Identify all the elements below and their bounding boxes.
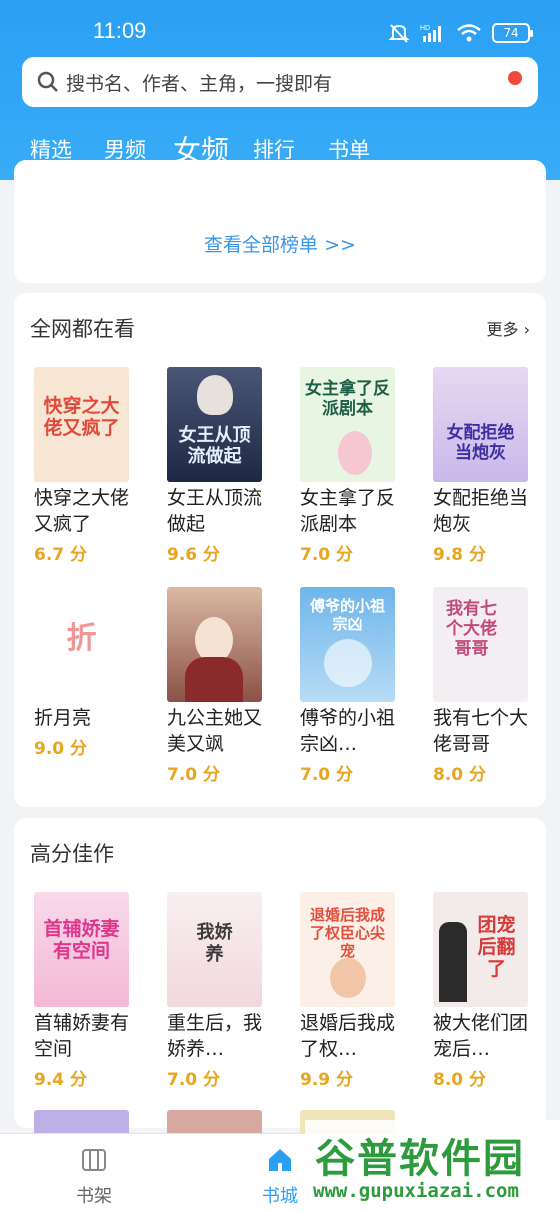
book-title[interactable]: 重生后，我娇养… bbox=[167, 1010, 275, 1062]
view-all-rankings-link[interactable]: 查看全部榜单 >> bbox=[14, 230, 546, 257]
book-title[interactable]: 女王从顶流做起 bbox=[167, 485, 275, 537]
book-cover[interactable]: 团宠后翻了 bbox=[433, 892, 528, 1007]
book-score: 7.0 分 bbox=[167, 1070, 221, 1090]
book-score: 8.0 分 bbox=[433, 1070, 487, 1090]
book-cover[interactable]: 首辅娇妻有空间 bbox=[34, 892, 129, 1007]
section-title: 全网都在看 bbox=[30, 317, 135, 341]
chevron-right-icon: › bbox=[523, 320, 530, 339]
book-title[interactable]: 退婚后我成了权… bbox=[300, 1010, 408, 1062]
clock: 11:09 bbox=[93, 18, 147, 43]
ranking-card: 查看全部榜单 >> bbox=[14, 160, 546, 283]
battery-icon: 74 bbox=[492, 23, 533, 43]
watermark-url: www.gupuxiazai.com bbox=[313, 1180, 519, 1202]
book-score: 9.8 分 bbox=[433, 545, 487, 565]
book-item[interactable]: 我娇养 重生后，我娇养… 7.0 分 bbox=[167, 892, 277, 1090]
book-title[interactable]: 女配拒绝当炮灰 bbox=[433, 485, 541, 537]
book-cover[interactable]: 我有七个大佬哥哥 bbox=[433, 587, 528, 702]
book-score: 8.0 分 bbox=[433, 765, 487, 785]
nav-label: 书架 bbox=[76, 1186, 112, 1207]
book-score: 9.9 分 bbox=[300, 1070, 354, 1090]
home-icon bbox=[269, 1149, 291, 1171]
book-cover[interactable]: 折 bbox=[34, 587, 129, 702]
high-score-section: 高分佳作 首辅娇妻有空间 首辅娇妻有空间 9.4 分 我娇养 重生后，我娇养… … bbox=[14, 818, 546, 1128]
book-item[interactable]: 折 折月亮 9.0 分 bbox=[34, 587, 144, 759]
book-score: 9.4 分 bbox=[34, 1070, 88, 1090]
book-score: 7.0 分 bbox=[167, 765, 221, 785]
book-item[interactable]: 女王从顶流做起 女王从顶流做起 9.6 分 bbox=[167, 367, 277, 565]
book-score: 6.7 分 bbox=[34, 545, 88, 565]
book-cover[interactable]: 女主拿了反派剧本 bbox=[300, 367, 395, 482]
book-title[interactable]: 被大佬们团宠后… bbox=[433, 1010, 541, 1062]
watermark: 谷普软件园 www.gupuxiazai.com bbox=[305, 1120, 560, 1213]
notification-dot[interactable] bbox=[508, 71, 522, 85]
book-title[interactable]: 傅爷的小祖宗凶… bbox=[300, 705, 408, 757]
book-cover[interactable]: 女配拒绝当炮灰 bbox=[433, 367, 528, 482]
book-cover[interactable]: 我娇养 bbox=[167, 892, 262, 1007]
book-title[interactable]: 女主拿了反派剧本 bbox=[300, 485, 408, 537]
header: 11:09 HD 74 搜书名、作者、主角，一搜即有 精选 男频 女频 排行 书… bbox=[0, 0, 560, 180]
book-title[interactable]: 折月亮 bbox=[34, 705, 142, 731]
book-item[interactable]: 女配拒绝当炮灰 女配拒绝当炮灰 9.8 分 bbox=[433, 367, 543, 565]
section-title: 高分佳作 bbox=[30, 842, 114, 866]
book-score: 9.6 分 bbox=[167, 545, 221, 565]
more-link[interactable]: 更多 › bbox=[486, 316, 530, 340]
book-cover[interactable]: 傅爷的小祖宗凶 bbox=[300, 587, 395, 702]
book-score: 7.0 分 bbox=[300, 765, 354, 785]
status-icons: HD 74 bbox=[388, 22, 533, 44]
search-icon bbox=[37, 71, 58, 92]
book-item[interactable]: 我有七个大佬哥哥 我有七个大佬哥哥 8.0 分 bbox=[433, 587, 543, 785]
book-score: 7.0 分 bbox=[300, 545, 354, 565]
watermark-logo: 谷普软件园 bbox=[315, 1136, 525, 1182]
search-placeholder[interactable]: 搜书名、作者、主角，一搜即有 bbox=[66, 69, 332, 96]
book-item[interactable]: 女主拿了反派剧本 女主拿了反派剧本 7.0 分 bbox=[300, 367, 410, 565]
book-item[interactable]: 退婚后我成了权臣心尖宠 退婚后我成了权… 9.9 分 bbox=[300, 892, 410, 1090]
book-cover[interactable]: 快穿之大佬又疯了 bbox=[34, 367, 129, 482]
wifi-icon bbox=[457, 24, 481, 42]
book-title[interactable]: 快穿之大佬又疯了 bbox=[34, 485, 142, 537]
nav-bookshelf[interactable]: 书架 bbox=[54, 1146, 134, 1208]
signal-icon: HD bbox=[420, 25, 441, 42]
book-cover[interactable]: 女王从顶流做起 bbox=[167, 367, 262, 482]
book-item[interactable]: 九公主她又美又飒 7.0 分 bbox=[167, 587, 277, 785]
book-cover[interactable] bbox=[167, 587, 262, 702]
book-item[interactable]: 团宠后翻了 被大佬们团宠后… 8.0 分 bbox=[433, 892, 543, 1090]
book-score: 9.0 分 bbox=[34, 739, 88, 759]
book-title[interactable]: 九公主她又美又飒 bbox=[167, 705, 275, 757]
popular-section: 全网都在看 更多 › 快穿之大佬又疯了 快穿之大佬又疯了 6.7 分 女王从顶流… bbox=[14, 293, 546, 807]
mute-bell-icon bbox=[388, 24, 410, 43]
book-title[interactable]: 首辅娇妻有空间 bbox=[34, 1010, 142, 1062]
status-bar: 11:09 HD 74 bbox=[0, 16, 560, 52]
book-item[interactable]: 首辅娇妻有空间 首辅娇妻有空间 9.4 分 bbox=[34, 892, 144, 1090]
svg-text:HD: HD bbox=[420, 25, 430, 32]
book-cover[interactable]: 退婚后我成了权臣心尖宠 bbox=[300, 892, 395, 1007]
bookshelf-icon bbox=[82, 1149, 106, 1171]
book-item[interactable]: 快穿之大佬又疯了 快穿之大佬又疯了 6.7 分 bbox=[34, 367, 144, 565]
search-bar[interactable]: 搜书名、作者、主角，一搜即有 bbox=[22, 57, 538, 107]
book-item[interactable]: 傅爷的小祖宗凶 傅爷的小祖宗凶… 7.0 分 bbox=[300, 587, 410, 785]
book-title[interactable]: 我有七个大佬哥哥 bbox=[433, 705, 541, 757]
